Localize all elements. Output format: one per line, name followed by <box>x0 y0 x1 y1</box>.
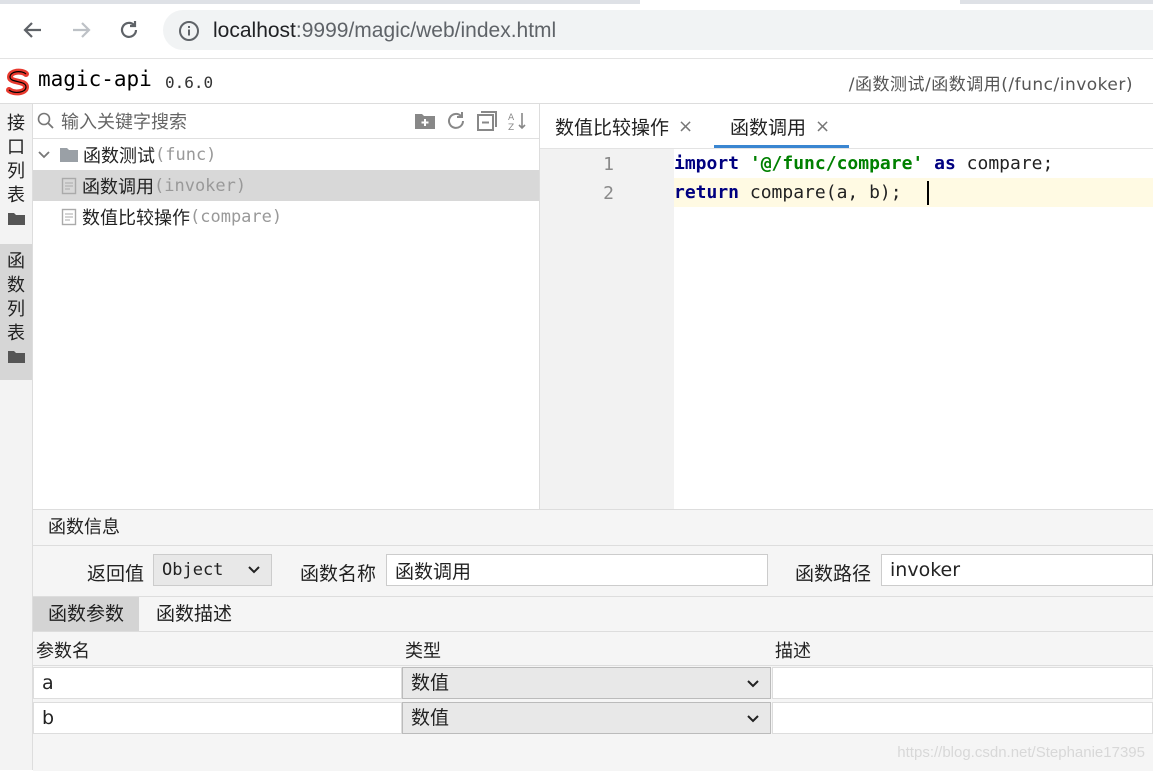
folder-icon <box>7 351 25 363</box>
param-description-input[interactable] <box>772 667 1153 699</box>
tab-function-params[interactable]: 函数参数 <box>33 597 140 631</box>
table-row: a 数值 <box>33 666 1153 701</box>
rail-tab-func-list[interactable]: 函 数 列 表 <box>0 244 32 380</box>
folder-icon <box>7 213 25 225</box>
app-version: 0.6.0 <box>165 73 214 92</box>
editor-tab-label: 函数调用 <box>730 116 807 139</box>
code-editor: 数值比较操作 × 函数调用 × 1 2 import '@/func/compa… <box>540 104 1153 509</box>
magic-api-logo-icon <box>6 68 30 96</box>
active-tab-indicator <box>714 145 849 148</box>
rail-char: 接 <box>7 113 25 134</box>
svg-text:Z: Z <box>508 123 514 132</box>
collapse-all-icon[interactable] <box>476 110 498 132</box>
rail-char: 数 <box>7 275 25 296</box>
tree-item-label: 函数调用 <box>82 176 154 198</box>
param-name-input[interactable]: a <box>33 667 402 699</box>
text-caret <box>927 181 929 205</box>
tree-item-path: (compare) <box>190 206 283 227</box>
params-table-header: 参数名 类型 描述 <box>33 632 1153 666</box>
rail-char: 表 <box>7 185 25 206</box>
table-row: b 数值 <box>33 701 1153 736</box>
line-number-gutter: 1 2 <box>540 149 674 509</box>
folder-icon <box>60 148 78 162</box>
tree-item-compare[interactable]: 数值比较操作 (compare) <box>33 201 539 232</box>
tree-search-bar: AZ <box>33 104 539 139</box>
reload-button[interactable] <box>111 12 147 48</box>
function-info-form: 返回值 Object 函数名称 函数路径 <box>33 546 1153 597</box>
breadcrumb: /函数测试/函数调用(/func/invoker) <box>848 75 1133 95</box>
return-type-select[interactable]: Object <box>153 554 272 586</box>
editor-tab-label: 数值比较操作 <box>555 116 670 139</box>
function-path-input[interactable] <box>881 554 1153 586</box>
app-title: magic-api <box>38 67 152 91</box>
rail-char: 表 <box>7 323 25 344</box>
arrow-right-icon <box>73 22 91 38</box>
tab-function-description[interactable]: 函数描述 <box>141 597 247 631</box>
browser-toolbar: localhost:9999/magic/web/index.html <box>0 4 1153 59</box>
close-icon[interactable]: × <box>815 116 830 137</box>
rail-char: 口 <box>7 137 25 158</box>
watermark: https://blog.csdn.net/Stephanie17395 <box>897 744 1145 761</box>
function-info-panel: 函数信息 返回值 Object 函数名称 函数路径 函数参数 函数描述 参数名 … <box>33 509 1153 771</box>
tree-item-label: 数值比较操作 <box>82 207 190 229</box>
info-tab-bar: 函数参数 函数描述 <box>33 597 1153 632</box>
sort-icon[interactable]: AZ <box>507 110 529 132</box>
app-header: magic-api 0.6.0 /函数测试/函数调用(/func/invoker… <box>0 59 1153 104</box>
address-bar[interactable]: localhost:9999/magic/web/index.html <box>163 10 1153 50</box>
search-icon <box>37 112 54 129</box>
reload-icon <box>120 21 138 38</box>
tree-item-path: (func) <box>155 144 217 165</box>
forward-button[interactable] <box>63 12 99 48</box>
chevron-down-icon <box>747 715 759 723</box>
function-name-input[interactable] <box>386 554 768 586</box>
return-type-label: 返回值 <box>87 563 145 585</box>
close-icon[interactable]: × <box>678 116 693 137</box>
chevron-down-icon[interactable] <box>37 148 51 162</box>
column-header-description: 描述 <box>775 641 811 662</box>
editor-tab-bar: 数值比较操作 × 函数调用 × <box>540 104 1153 149</box>
function-file-icon <box>61 177 77 194</box>
refresh-icon[interactable] <box>445 110 467 132</box>
tree-item-func-folder[interactable]: 函数测试 (func) <box>33 139 539 170</box>
rail-char: 列 <box>7 161 25 182</box>
new-folder-icon[interactable] <box>414 110 436 132</box>
line-number: 1 <box>603 154 614 175</box>
code-line-1[interactable]: import '@/func/compare' as compare; <box>674 149 1153 178</box>
rail-tab-api-list[interactable]: 接 口 列 表 <box>0 112 32 225</box>
function-name-label: 函数名称 <box>300 563 377 585</box>
info-icon[interactable] <box>178 20 200 42</box>
function-file-icon <box>61 208 77 225</box>
info-panel-title: 函数信息 <box>33 510 1153 546</box>
function-tree-panel: AZ 函数测试(func) 函数调用(invoker) 数值比较操作(compa… <box>33 104 540 509</box>
chevron-down-icon <box>248 566 260 574</box>
param-type-select[interactable]: 数值 <box>402 667 771 699</box>
param-description-input[interactable] <box>772 702 1153 734</box>
line-number: 2 <box>603 183 614 204</box>
arrow-left-icon <box>23 22 41 38</box>
editor-tab-invoker[interactable]: 函数调用 × <box>730 104 830 148</box>
param-type-select[interactable]: 数值 <box>402 702 771 734</box>
tree-item-invoker[interactable]: 函数调用 (invoker) <box>33 170 539 201</box>
tree-item-label: 函数测试 <box>83 145 155 167</box>
function-path-label: 函数路径 <box>795 563 872 585</box>
rail-char: 函 <box>7 251 25 272</box>
svg-text:A: A <box>508 113 515 123</box>
search-input[interactable] <box>59 108 423 136</box>
rail-char: 列 <box>7 299 25 320</box>
chevron-down-icon <box>747 680 759 688</box>
back-button[interactable] <box>15 12 51 48</box>
param-name-input[interactable]: b <box>33 702 402 734</box>
column-header-type: 类型 <box>405 641 441 662</box>
url-text[interactable]: localhost:9999/magic/web/index.html <box>213 19 556 43</box>
column-header-name: 参数名 <box>36 641 90 662</box>
left-rail: 接 口 列 表 函 数 列 表 <box>0 104 33 770</box>
editor-tab-compare[interactable]: 数值比较操作 × <box>555 104 693 148</box>
tree-item-path: (invoker) <box>154 175 247 196</box>
code-line-2[interactable]: return compare(a, b); <box>674 178 1153 207</box>
